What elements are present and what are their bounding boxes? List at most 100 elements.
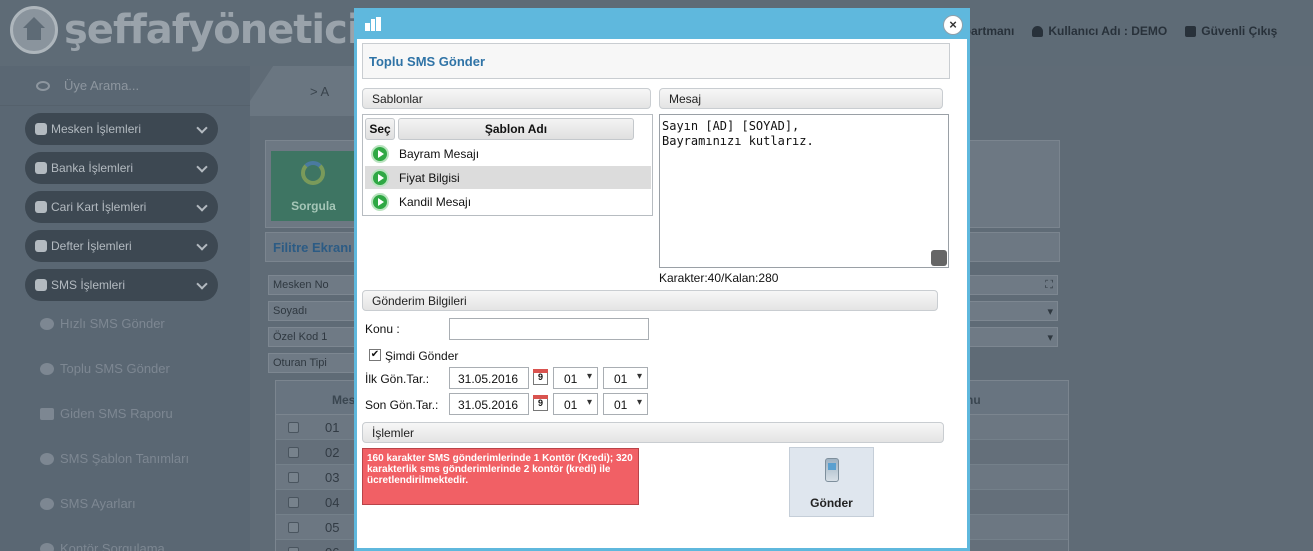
close-button[interactable]: × [943, 15, 963, 35]
row-checkbox[interactable] [288, 496, 299, 508]
chevron-down-icon [196, 239, 208, 251]
select-play-icon[interactable] [371, 168, 389, 187]
row-checkbox[interactable] [288, 546, 299, 551]
mobile-phone-icon [825, 458, 839, 482]
gear-icon [40, 452, 54, 465]
toplu-sms-dialog: × Toplu SMS Gönder Sablonlar Seç Şablon … [354, 8, 970, 551]
son-gon-date[interactable]: 31.05.2016 [449, 393, 529, 415]
dialog-titlebar[interactable]: × [357, 11, 967, 39]
logout-link[interactable]: Güvenli Çıkış [1185, 24, 1277, 38]
chat-icon [40, 362, 54, 375]
filter-field-oturan: Oturan Tipi [268, 353, 356, 373]
sablonlar-section-title: Sablonlar [362, 88, 651, 109]
row-no: 06 [325, 545, 339, 551]
menu-defter[interactable]: Defter İşlemleri [25, 230, 218, 262]
sub-hizli-sms[interactable]: Hızlı SMS Gönder [0, 301, 250, 346]
ilk-gon-date[interactable]: 31.05.2016 [449, 367, 529, 389]
sub-giden-rapor[interactable]: Giden SMS Raporu [0, 391, 250, 436]
islemler-section-title: İşlemler [362, 422, 944, 443]
calendar-icon[interactable]: 9 [533, 395, 548, 411]
book-icon [35, 240, 47, 252]
menu-label: SMS İşlemleri [51, 278, 126, 292]
menu-label: Defter İşlemleri [51, 239, 132, 253]
son-minute-select[interactable]: 01 [603, 393, 648, 415]
binoculars-icon[interactable]: ⛶ [968, 275, 1058, 295]
house-icon [10, 6, 58, 54]
filter-select[interactable]: ▾ [968, 301, 1058, 321]
row-checkbox[interactable] [288, 521, 299, 533]
gonderim-section-title: Gönderim Bilgileri [362, 290, 938, 311]
breadcrumb: > A [310, 84, 330, 99]
sablon-list-header: Seç Şablon Adı [365, 118, 634, 140]
son-hour-select[interactable]: 01 [553, 393, 598, 415]
app-logo: şeffafyönetici [10, 6, 361, 54]
member-search-placeholder: Üye Arama... [64, 78, 140, 93]
user-link-label: Kullanıcı Adı : DEMO [1048, 24, 1168, 38]
filter-field-ozelkod: Özel Kod 1 [268, 327, 356, 347]
sablon-name: Fiyat Bilgisi [399, 170, 460, 185]
select-play-icon[interactable] [371, 144, 389, 163]
member-search[interactable]: Üye Arama... [0, 66, 250, 106]
row-no: 01 [325, 419, 340, 435]
sablon-row-fiyat[interactable]: Fiyat Bilgisi [365, 166, 651, 189]
calendar-icon[interactable]: 9 [533, 369, 548, 385]
row-no: 03 [325, 469, 340, 485]
resize-grip-icon[interactable] [931, 250, 947, 266]
send-button-label: Gönder [810, 496, 853, 510]
sub-sms-ayarlari[interactable]: SMS Ayarları [0, 481, 250, 526]
user-icon [35, 123, 47, 135]
row-checkbox[interactable] [288, 421, 299, 433]
logout-link-label: Güvenli Çıkış [1201, 24, 1278, 38]
row-no: 04 [325, 494, 340, 510]
sorgula-button[interactable]: Sorgula [271, 151, 356, 221]
ilk-minute-select[interactable]: 01 [603, 367, 648, 389]
search-icon [36, 80, 50, 91]
konu-label: Konu : [365, 322, 400, 336]
table-header-cell: Mes [332, 393, 356, 407]
menu-label: Cari Kart İşlemleri [51, 200, 147, 214]
gear-icon [40, 542, 54, 551]
menu-label: Mesken İşlemleri [51, 122, 142, 136]
sablon-list: Seç Şablon Adı Bayram Mesajı Fiyat Bilgi… [362, 114, 653, 216]
ilk-gon-label: İlk Gön.Tar.: [365, 372, 430, 386]
col-sablon-adi[interactable]: Şablon Adı [398, 118, 634, 140]
simdi-gonder-checkbox[interactable]: ✔ [369, 349, 381, 361]
sablon-row-bayram[interactable]: Bayram Mesajı [365, 142, 651, 165]
mesaj-section-title: Mesaj [659, 88, 943, 109]
menu-cari[interactable]: Cari Kart İşlemleri [25, 191, 218, 223]
sub-item-label: Toplu SMS Gönder [60, 361, 170, 376]
row-checkbox[interactable] [288, 446, 299, 458]
sub-item-label: Kontör Sorgulama [60, 541, 165, 551]
chevron-down-icon [196, 200, 208, 212]
chevron-down-icon [196, 161, 208, 173]
sablon-name: Kandil Mesajı [399, 194, 472, 209]
print-icon [40, 407, 54, 420]
chevron-down-icon [196, 122, 208, 134]
sub-item-label: Giden SMS Raporu [60, 406, 173, 421]
menu-sms[interactable]: SMS İşlemleri [25, 269, 218, 301]
chevron-down-icon [196, 278, 208, 290]
son-gon-label: Son Gön.Tar.: [365, 398, 439, 412]
message-textarea[interactable] [659, 114, 949, 268]
sablon-row-kandil[interactable]: Kandil Mesajı [365, 190, 651, 213]
send-button[interactable]: Gönder [789, 447, 874, 517]
chat-icon [35, 279, 47, 291]
konu-input[interactable] [449, 318, 649, 340]
sub-toplu-sms[interactable]: Toplu SMS Gönder [0, 346, 250, 391]
filter-select[interactable]: ▾ [968, 327, 1058, 347]
sub-item-label: SMS Şablon Tanımları [60, 451, 190, 466]
sub-kontor[interactable]: Kontör Sorgulama [0, 526, 250, 551]
menu-mesken[interactable]: Mesken İşlemleri [25, 113, 218, 145]
logo-text: şeffafyönetici [64, 7, 361, 53]
row-no: 02 [325, 444, 340, 460]
sorgula-label: Sorgula [291, 199, 336, 213]
menu-banka[interactable]: Banka İşlemleri [25, 152, 218, 184]
row-checkbox[interactable] [288, 471, 299, 483]
select-play-icon[interactable] [371, 192, 389, 211]
ilk-hour-select[interactable]: 01 [553, 367, 598, 389]
simdi-gonder-label: Şimdi Gönder [385, 349, 459, 363]
app-icon [365, 17, 381, 31]
filter-field-soyadi: Soyadı [268, 301, 356, 321]
sub-sablon-tanim[interactable]: SMS Şablon Tanımları [0, 436, 250, 481]
user-link[interactable]: Kullanıcı Adı : DEMO [1032, 24, 1167, 38]
